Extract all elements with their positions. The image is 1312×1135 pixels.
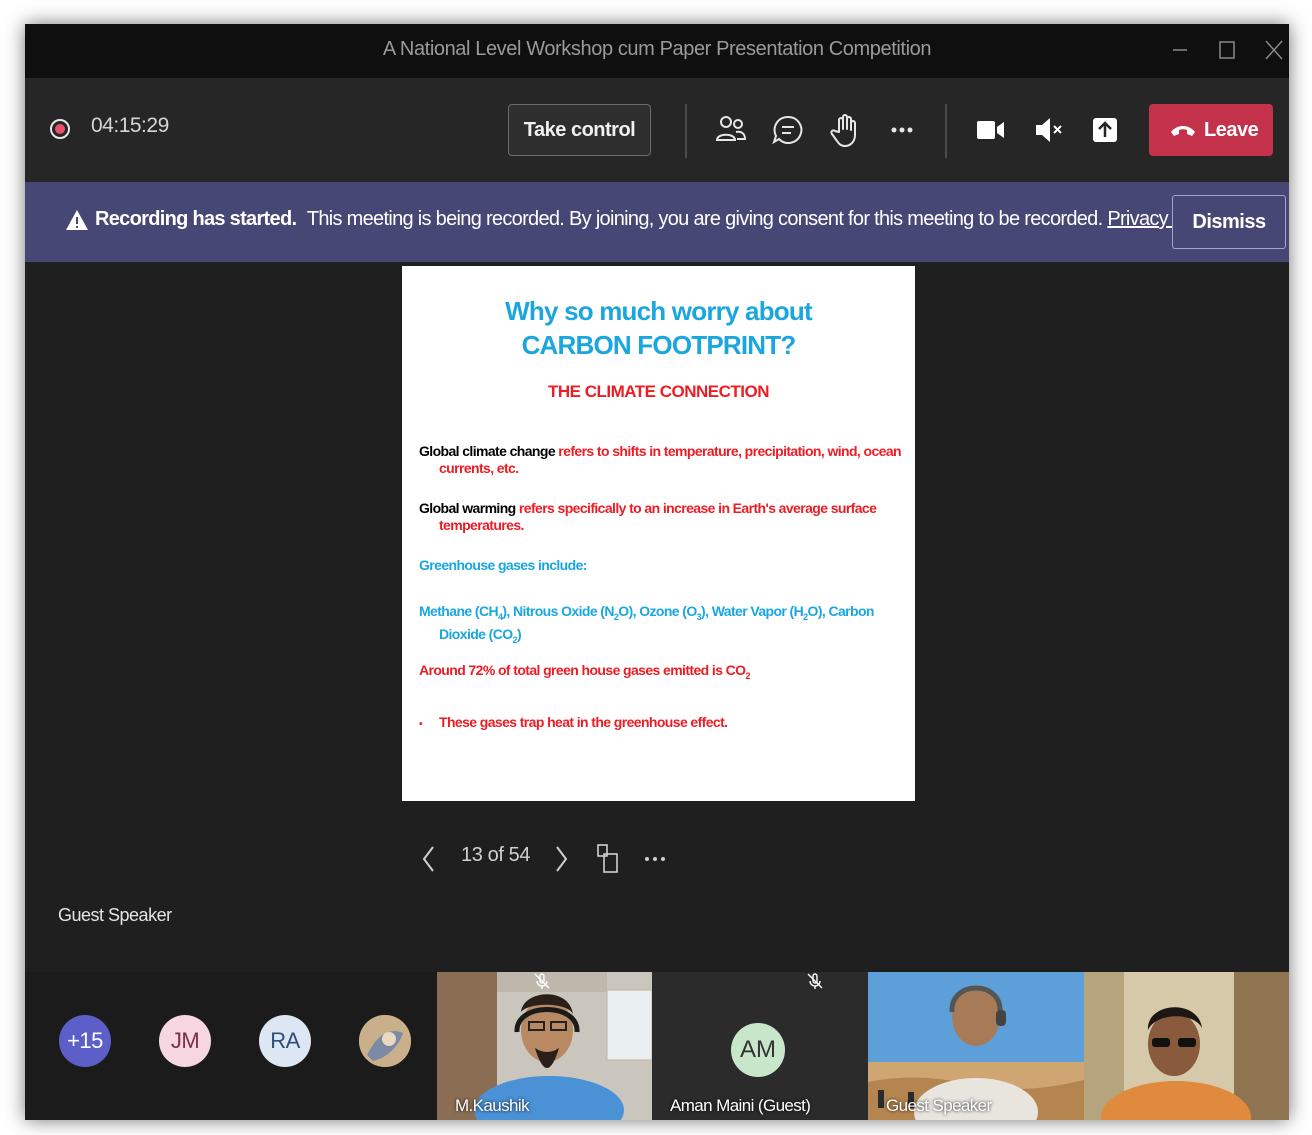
previous-slide-icon[interactable] xyxy=(418,842,440,876)
meeting-toolbar: 04:15:29 Take control Leave xyxy=(25,78,1289,182)
dismiss-button[interactable]: Dismiss xyxy=(1172,195,1286,249)
leave-button[interactable]: Leave xyxy=(1149,104,1273,156)
recording-message: Recording has started. This meeting is b… xyxy=(95,208,1220,231)
participant-avatar-jm[interactable]: JM xyxy=(159,1015,211,1067)
slide-bullet: • These gases trap heat in the greenhouse… xyxy=(419,714,909,733)
bullet-text: These gases trap heat in the greenhouse … xyxy=(439,714,728,730)
share-screen-icon[interactable] xyxy=(1085,110,1125,150)
video-feed xyxy=(1084,972,1289,1120)
sub: 2 xyxy=(745,670,750,681)
term-global-warming: Global warming xyxy=(419,500,516,516)
participant-avatar-photo[interactable] xyxy=(359,1015,411,1067)
shared-slide: Why so much worry about CARBON FOOTPRINT… xyxy=(402,266,915,801)
gas-carbon: O), Carbon xyxy=(807,603,875,619)
participant-name: M.Kaushik xyxy=(455,1096,530,1115)
presenter-label: Guest Speaker xyxy=(58,905,172,925)
mic-off-icon xyxy=(807,973,823,989)
meeting-timer: 04:15:29 xyxy=(91,114,169,137)
gas-dioxide-line: Dioxide (CO2) xyxy=(419,626,909,649)
slide-paragraph-global-warming: Global warming refers specifically to an… xyxy=(419,500,909,534)
participant-name: Aman Maini (Guest) xyxy=(670,1096,811,1115)
recording-indicator-icon xyxy=(50,119,70,139)
more-options-icon[interactable] xyxy=(882,110,922,150)
gas-dioxide: Dioxide (CO xyxy=(439,625,513,642)
slide-paragraph-co2: Around 72% of total green house gases em… xyxy=(419,662,909,685)
toolbar-divider xyxy=(945,104,947,158)
participant-avatar-ra[interactable]: RA xyxy=(259,1015,311,1067)
gas-close: ) xyxy=(516,625,522,642)
recording-message-text: This meeting is being recorded. By joini… xyxy=(306,208,1103,230)
recording-banner: Recording has started. This meeting is b… xyxy=(25,182,1289,262)
recording-message-bold: Recording has started. xyxy=(95,208,297,230)
next-slide-icon[interactable] xyxy=(550,842,572,876)
participant-avatar-tile[interactable]: AM Aman Maini (Guest) xyxy=(652,972,868,1120)
slide-more-icon[interactable] xyxy=(641,846,671,872)
participant-video-tile[interactable] xyxy=(1084,972,1289,1120)
camera-icon[interactable] xyxy=(970,110,1010,150)
slide-page-counter: 13 of 54 xyxy=(461,844,531,866)
overflow-participants-avatar[interactable]: +15 xyxy=(59,1015,111,1067)
mic-muted-icon[interactable] xyxy=(1028,110,1068,150)
minimize-icon[interactable] xyxy=(1166,36,1194,64)
toolbar-divider xyxy=(685,104,687,158)
slide-thumbnails-icon[interactable] xyxy=(595,842,621,876)
participant-avatar-am: AM xyxy=(731,1023,785,1077)
def-climate-change-cont: currents, etc. xyxy=(439,460,519,476)
gas-water: ), Water Vapor (H xyxy=(701,603,804,619)
gas-ozone: O), Ozone (O xyxy=(618,603,697,619)
gas-methane: Methane (CH xyxy=(419,603,499,619)
maximize-icon[interactable] xyxy=(1213,36,1241,64)
def-global-warming: refers specifically to an increase in Ea… xyxy=(518,500,877,516)
mic-off-icon xyxy=(534,973,550,989)
def-global-warming-cont: temperatures. xyxy=(439,517,524,533)
slide-title-line2: CARBON FOOTPRINT? xyxy=(521,330,797,360)
bullet-mark: • xyxy=(419,719,423,730)
slide-paragraph-climate-change: Global climate change refers to shifts i… xyxy=(419,443,909,477)
term-climate-change: Global climate change xyxy=(419,443,556,459)
participant-name: Guest Speaker xyxy=(886,1096,992,1115)
gas-nitrous: ), Nitrous Oxide (N xyxy=(502,603,614,619)
phone-hangup-icon xyxy=(1171,126,1195,136)
warning-icon xyxy=(66,210,88,230)
teams-meeting-window: A National Level Workshop cum Paper Pres… xyxy=(25,24,1289,1120)
take-control-button[interactable]: Take control xyxy=(508,104,651,156)
close-icon[interactable] xyxy=(1260,36,1288,64)
people-icon[interactable] xyxy=(711,110,751,150)
raise-hand-icon[interactable] xyxy=(825,110,865,150)
co2-text: Around 72% of total green house gases em… xyxy=(419,662,746,678)
slide-paragraph-gases: Methane (CH4), Nitrous Oxide (N2O), Ozon… xyxy=(419,603,909,649)
slide-title-line1: Why so much worry about xyxy=(505,296,812,326)
slide-paragraph-greenhouse: Greenhouse gases include: xyxy=(419,557,587,573)
leave-label: Leave xyxy=(1204,119,1259,141)
def-climate-change: refers to shifts in temperature, precipi… xyxy=(558,443,901,459)
chat-icon[interactable] xyxy=(768,110,808,150)
participant-video-tile[interactable]: M.Kaushik xyxy=(437,972,652,1120)
title-bar: A National Level Workshop cum Paper Pres… xyxy=(25,24,1289,78)
slide-title: Why so much worry about CARBON FOOTPRINT… xyxy=(402,294,915,362)
participant-video-tile[interactable]: Guest Speaker xyxy=(868,972,1084,1120)
slide-subtitle: THE CLIMATE CONNECTION xyxy=(547,382,770,401)
window-title: A National Level Workshop cum Paper Pres… xyxy=(382,38,932,60)
